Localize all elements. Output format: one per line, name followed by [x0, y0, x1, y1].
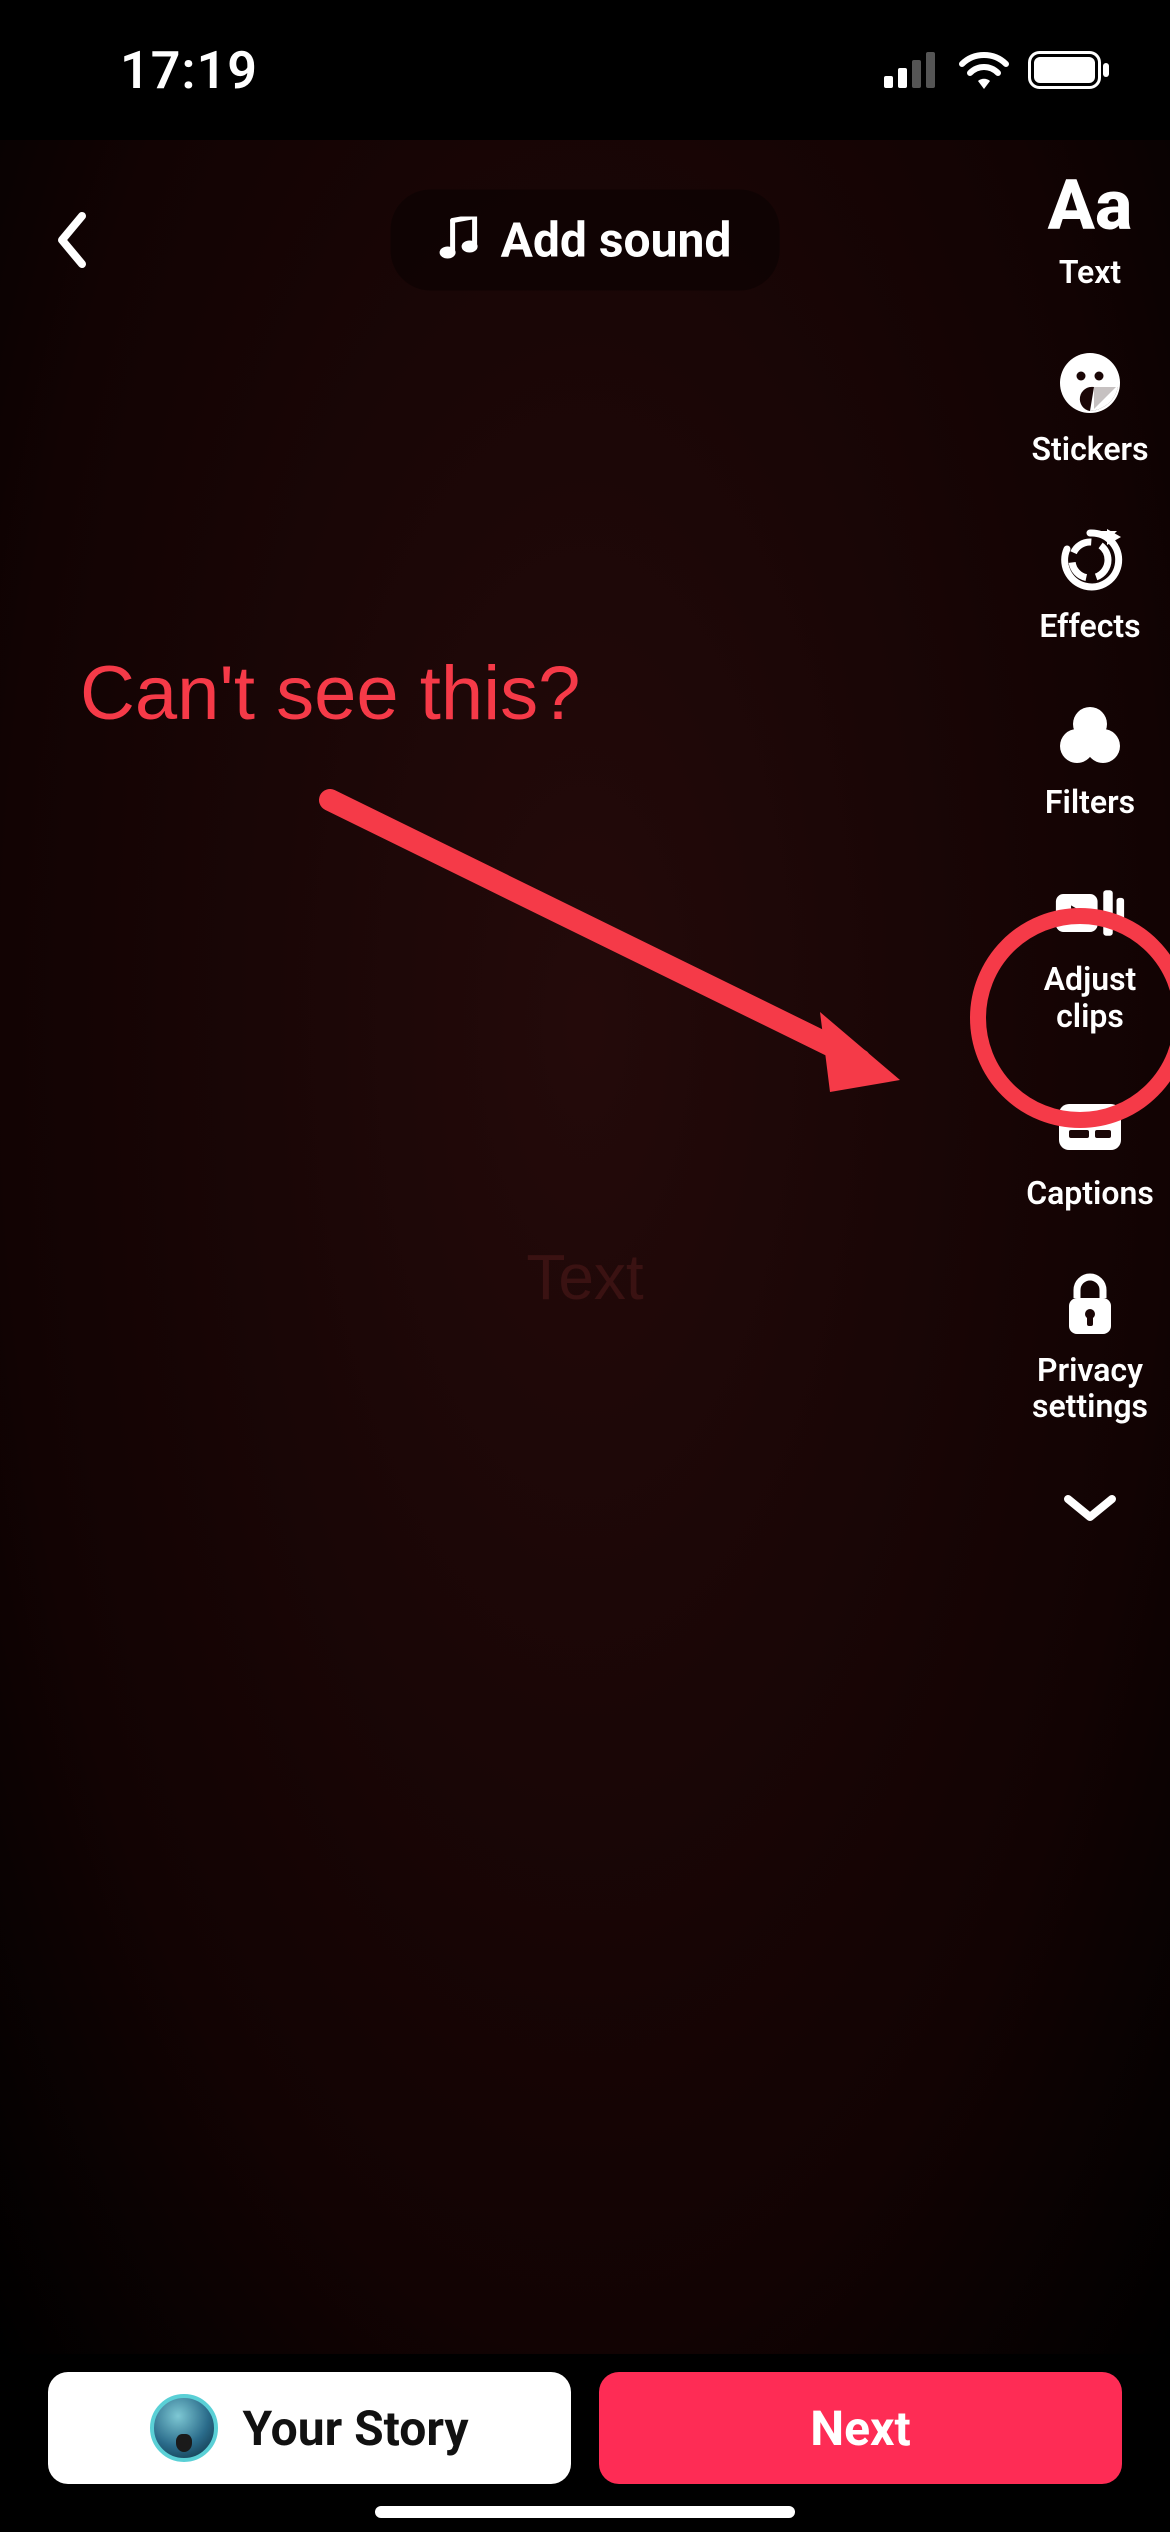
lock-icon: [1054, 1268, 1126, 1340]
tool-stickers-label: Stickers: [1031, 431, 1148, 468]
your-story-label: Your Story: [242, 2400, 468, 2457]
next-label: Next: [810, 2400, 910, 2457]
tool-text[interactable]: Aa Text: [1010, 170, 1170, 291]
expand-tools-button[interactable]: [1062, 1491, 1118, 1529]
effects-icon: [1054, 524, 1126, 596]
tool-privacy-settings[interactable]: Privacy settings: [1010, 1268, 1170, 1426]
your-story-button[interactable]: Your Story: [48, 2372, 571, 2484]
tool-filters[interactable]: Filters: [1010, 700, 1170, 821]
text-icon: Aa: [1054, 170, 1126, 242]
cellular-signal-icon: [884, 52, 940, 88]
tool-captions[interactable]: Captions: [1010, 1091, 1170, 1212]
stickers-icon: [1054, 347, 1126, 419]
tool-privacy-label: Privacy settings: [1032, 1352, 1148, 1426]
next-button[interactable]: Next: [599, 2372, 1122, 2484]
home-indicator[interactable]: [375, 2506, 795, 2518]
tool-text-label: Text: [1059, 254, 1121, 291]
adjust-clips-icon: [1054, 877, 1126, 949]
avatar: [150, 2394, 218, 2462]
annotation-arrow: [300, 760, 940, 1180]
tool-filters-label: Filters: [1045, 784, 1135, 821]
tool-effects-label: Effects: [1039, 608, 1140, 645]
annotation-text: Can't see this?: [80, 650, 580, 737]
captions-icon: [1054, 1091, 1126, 1163]
add-sound-button[interactable]: Add sound: [391, 190, 780, 291]
status-time: 17:19: [120, 40, 258, 101]
status-bar: 17:19: [0, 0, 1170, 140]
tool-effects[interactable]: Effects: [1010, 524, 1170, 645]
tool-stickers[interactable]: Stickers: [1010, 347, 1170, 468]
video-preview[interactable]: Add sound Aa Text Stickers: [0, 140, 1170, 2354]
status-icons: [884, 51, 1110, 89]
editor-side-toolbar: Aa Text Stickers: [1010, 170, 1170, 1529]
chevron-down-icon: [1062, 1491, 1118, 1525]
music-note-icon: [439, 216, 479, 264]
wifi-icon: [958, 51, 1010, 89]
preview-ghost-text: Text: [526, 1240, 643, 1314]
tool-captions-label: Captions: [1026, 1175, 1154, 1212]
tool-adjust-clips-label: Adjust clips: [1010, 961, 1170, 1035]
add-sound-label: Add sound: [501, 212, 732, 269]
editor-top-bar: Add sound: [0, 180, 1170, 300]
back-button[interactable]: [42, 210, 102, 270]
tool-adjust-clips[interactable]: Adjust clips: [1010, 877, 1170, 1035]
filters-icon: [1054, 700, 1126, 772]
battery-icon: [1028, 51, 1110, 89]
